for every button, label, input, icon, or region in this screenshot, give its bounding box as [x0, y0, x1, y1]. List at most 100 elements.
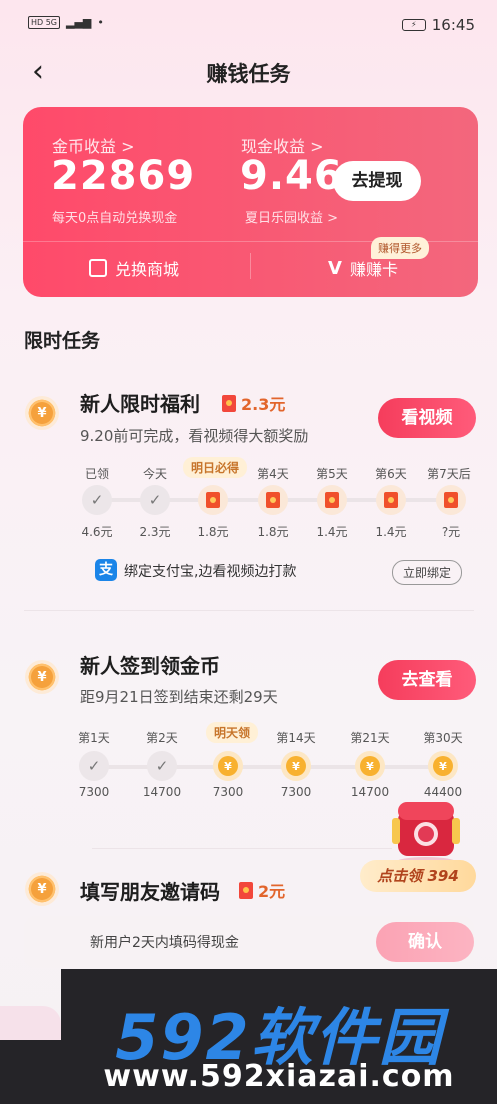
yen-icon: ¥: [31, 666, 53, 688]
bottom-left-corner: [0, 1006, 61, 1040]
gold-coin-icon: ¥: [433, 756, 453, 776]
coin-earnings-note: 每天0点自动兑换现金: [52, 211, 178, 226]
task1-node-day7: [436, 485, 466, 515]
coin-icon: ¥: [25, 872, 59, 906]
cash-earnings-note[interactable]: 夏日乐园收益 >: [245, 207, 338, 226]
task1-node-claimed: [82, 485, 112, 515]
battery-icon: ⚡: [401, 19, 426, 31]
task2-progress-track: [90, 765, 448, 769]
task2-node-day30: ¥: [428, 751, 458, 781]
gold-coin-icon: ¥: [218, 756, 238, 776]
task1-day-label: 已领: [84, 467, 109, 481]
bind-now-button[interactable]: 立即绑定: [392, 560, 463, 585]
earnings-card: 金币收益 > 22869 每天0点自动兑换现金 现金收益 > 9.46 夏日乐园…: [23, 107, 478, 297]
task1-node-today: [140, 485, 170, 515]
task2-day-label: 第1天: [78, 731, 110, 745]
watch-video-button[interactable]: 看视频: [378, 398, 476, 438]
section-divider: [24, 610, 474, 611]
task2-subtitle: 距9月21日签到结束还剩29天: [80, 688, 278, 706]
view-checkin-button[interactable]: 去查看: [378, 660, 476, 700]
red-packet-icon: [444, 492, 458, 508]
task3-reward-value: 2元: [258, 882, 286, 901]
task1-node-day6: [376, 485, 406, 515]
task1-day-label: 第5天: [316, 467, 348, 481]
signal-icon: ▂▄▆: [66, 16, 92, 29]
task3-title: 填写朋友邀请码: [80, 880, 220, 904]
cash-earnings-value: 9.46: [240, 153, 343, 199]
earn-card-button[interactable]: V 赚赚卡: [328, 256, 398, 280]
task1-day-label: 第4天: [257, 467, 289, 481]
section-divider: [92, 848, 392, 849]
task1-day-value: 1.4元: [316, 525, 348, 539]
task1-reward-value: 2.3元: [241, 395, 286, 414]
exchange-mall-button[interactable]: 兑换商城: [89, 256, 179, 280]
alipay-icon: 支: [95, 559, 117, 581]
status-left: HD 5G ▂▄▆ •: [28, 16, 104, 29]
task2-node-day21: ¥: [355, 751, 385, 781]
task2-day-value: 7300: [212, 785, 244, 799]
exchange-mall-label: 兑换商城: [115, 260, 180, 279]
gold-coin-icon: ¥: [286, 756, 306, 776]
mall-icon: [89, 259, 107, 277]
task2-day-label: 第14天: [276, 731, 316, 745]
task1-day-value: ?元: [441, 525, 461, 539]
earn-card-icon: V: [328, 257, 342, 279]
task1-day-label: 第7天后: [427, 467, 471, 481]
yen-icon: ¥: [31, 402, 53, 424]
alipay-bind-text: 绑定支付宝,边看视频边打款: [124, 564, 297, 580]
task1-day-value: 4.6元: [81, 525, 113, 539]
withdraw-button[interactable]: 去提现: [333, 161, 421, 201]
coin-icon: ¥: [25, 660, 59, 694]
confirm-invite-button[interactable]: 确认: [376, 922, 474, 962]
task1-tomorrow-tag: 明日必得: [183, 457, 248, 478]
coin-icon: ¥: [25, 396, 59, 430]
task2-node-day1: [79, 751, 109, 781]
invite-code-field[interactable]: 新用户2天内填码得现金 确认: [24, 916, 474, 968]
task2-day-value: 7300: [280, 785, 312, 799]
task1-node-day5: [317, 485, 347, 515]
task1-day-value: 1.8元: [257, 525, 289, 539]
task1-day-value: 1.4元: [375, 525, 407, 539]
status-time: 16:45: [431, 16, 475, 34]
task1-day-value: 2.3元: [139, 525, 171, 539]
invite-code-hint: 新用户2天内填码得现金: [90, 935, 239, 951]
coin-earnings-value: 22869: [51, 153, 196, 199]
task2-day-label: 第2天: [146, 731, 178, 745]
red-packet-icon: [384, 492, 398, 508]
watermark-banner: 592软件园 www.592xiazai.com: [61, 969, 497, 1104]
red-packet-icon: [325, 492, 339, 508]
signal-indicator: HD 5G: [28, 16, 61, 29]
treasure-chest-icon[interactable]: [384, 788, 468, 868]
gold-coin-icon: ¥: [360, 756, 380, 776]
card-foot-divider: [250, 253, 251, 279]
bottom-left-dark: [0, 1040, 61, 1104]
task2-day-value: 7300: [78, 785, 110, 799]
earn-card-label: 赚赚卡: [349, 260, 398, 279]
task2-day-value: 14700: [142, 785, 182, 799]
task1-node-day4: [258, 485, 288, 515]
task1-title: 新人限时福利: [80, 392, 200, 416]
red-packet-icon: [222, 394, 236, 412]
red-packet-icon: [206, 492, 220, 508]
claim-reward-button[interactable]: 点击领 394: [360, 860, 476, 892]
task1-day-value: 1.8元: [197, 525, 229, 539]
task2-node-day2: [147, 751, 177, 781]
task1-subtitle: 9.20前可完成，看视频得大额奖励: [80, 427, 309, 445]
task1-node-day3: [198, 485, 228, 515]
task2-day-label: 第21天: [350, 731, 390, 745]
section-title: 限时任务: [24, 330, 101, 352]
task2-title: 新人签到领金币: [80, 654, 220, 678]
yen-icon: ¥: [31, 878, 53, 900]
task1-day-label: 今天: [142, 467, 167, 481]
watermark-url: www.592xiazai.com: [103, 1059, 455, 1094]
task1-reward: 2.3元: [222, 391, 285, 415]
task2-node-day14: ¥: [281, 751, 311, 781]
red-packet-icon: [239, 881, 253, 899]
task2-day-label: 第30天: [423, 731, 463, 745]
status-bar: HD 5G ▂▄▆ • ⚡ 16:45: [0, 0, 497, 50]
page-title: 赚钱任务: [206, 62, 291, 86]
task2-tomorrow-tag: 明天领: [206, 722, 259, 743]
task3-reward: 2元: [239, 878, 285, 902]
task2-node-day3: ¥: [213, 751, 243, 781]
notification-dot-icon: •: [97, 16, 104, 29]
